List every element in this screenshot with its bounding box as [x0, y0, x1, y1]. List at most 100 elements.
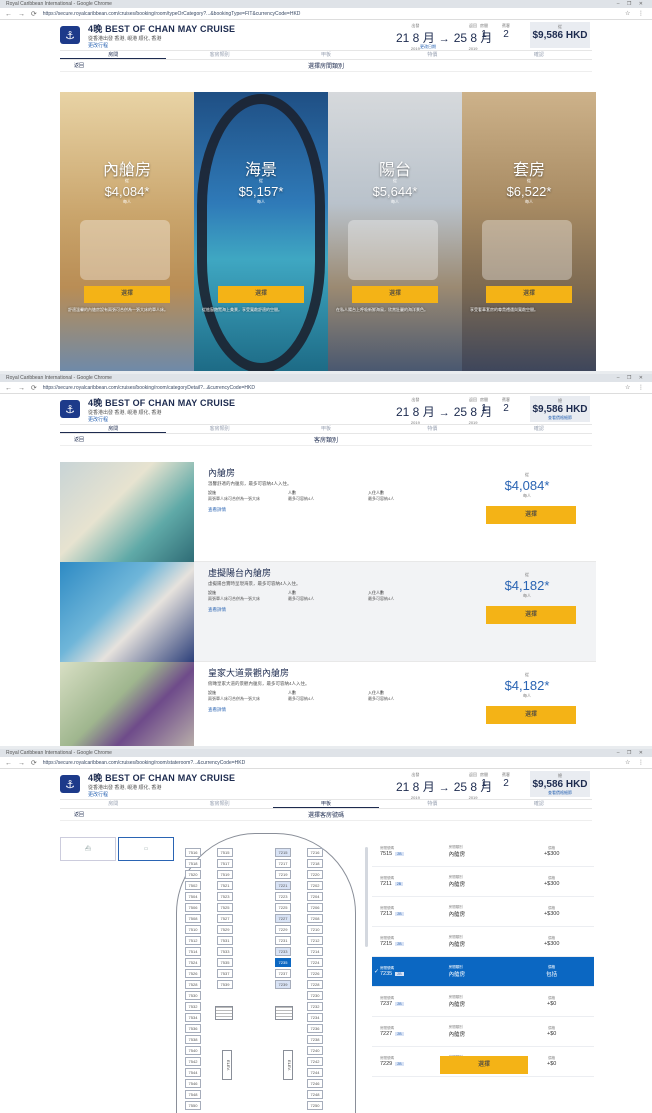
category-balcony[interactable]: 陽台 從 $5,644* 每人 選擇 在私人陽台上呼吸新鮮海風，欣賞壯麗的海洋景…: [328, 92, 462, 371]
step-deck[interactable]: 甲板: [273, 51, 379, 59]
cabin-7246[interactable]: 7246: [307, 1079, 323, 1088]
cabin-7224[interactable]: 7224: [307, 958, 323, 967]
step-offers[interactable]: 特價: [379, 51, 485, 59]
nav-back-forward-reload-icon[interactable]: ← → ⟳: [5, 384, 39, 392]
cabin-7225[interactable]: 7225: [275, 903, 291, 912]
cabin-7235[interactable]: 7235: [275, 958, 291, 967]
select-button[interactable]: 選擇: [218, 286, 304, 303]
cabin-7536[interactable]: 7536: [185, 1024, 201, 1033]
cabin-7223[interactable]: 7223: [275, 892, 291, 901]
cabin-7239[interactable]: 7239: [275, 980, 291, 989]
cabin-7226[interactable]: 7226: [307, 969, 323, 978]
cabin-7230[interactable]: 7230: [307, 991, 323, 1000]
total-price-box[interactable]: 總 $9,586 HKD 查看價格細節: [530, 396, 590, 422]
cabin-7208[interactable]: 7208: [307, 914, 323, 923]
cabin-7240[interactable]: 7240: [307, 1046, 323, 1055]
cabin-7531[interactable]: 7531: [217, 936, 233, 945]
cabin-7539[interactable]: 7539: [217, 980, 233, 989]
price-details-link[interactable]: 查看價格細節: [530, 790, 590, 796]
select-button[interactable]: 選擇: [84, 286, 170, 303]
cabin-7510[interactable]: 7510: [185, 925, 201, 934]
deck-scrollbar[interactable]: [365, 847, 368, 947]
browser-actions-icon[interactable]: ☆ ⋮: [625, 384, 647, 391]
cabin-7234[interactable]: 7234: [307, 1013, 323, 1022]
step-room[interactable]: 房間: [60, 425, 167, 433]
cabin-7214[interactable]: 7214: [307, 947, 323, 956]
cabin-7542[interactable]: 7542: [185, 1057, 201, 1066]
cabin-7532[interactable]: 7532: [185, 1002, 201, 1011]
step-category[interactable]: 客房類別: [166, 425, 272, 433]
cabin-list-row[interactable]: 房間號碼 7515 2B 房間類別 內艙房 價格 +$300: [372, 837, 594, 867]
room-photo[interactable]: [60, 662, 194, 746]
cabin-7227[interactable]: 7227: [275, 914, 291, 923]
select-button[interactable]: 選擇: [486, 606, 576, 624]
step-deck[interactable]: 甲板: [273, 425, 379, 433]
cabin-7526[interactable]: 7526: [185, 969, 201, 978]
cabin-list-row[interactable]: 房間號碼 7211 2B 房間類別 內艙房 價格 +$300: [372, 867, 594, 897]
cabin-7525[interactable]: 7525: [217, 903, 233, 912]
cabin-7519[interactable]: 7519: [217, 870, 233, 879]
cabin-7537[interactable]: 7537: [217, 969, 233, 978]
cabin-7220[interactable]: 7220: [307, 870, 323, 879]
cabin-7221[interactable]: 7221: [275, 881, 291, 890]
cabin-7546[interactable]: 7546: [185, 1079, 201, 1088]
cabin-7528[interactable]: 7528: [185, 980, 201, 989]
select-button[interactable]: 選擇: [352, 286, 438, 303]
browser-actions-icon[interactable]: ☆ ⋮: [625, 759, 647, 766]
cabin-7529[interactable]: 7529: [217, 925, 233, 934]
step-room[interactable]: 房間: [60, 800, 166, 808]
nav-back-forward-reload-icon[interactable]: ← → ⟳: [5, 10, 39, 18]
cabin-7237[interactable]: 7237: [275, 969, 291, 978]
price-details-link[interactable]: 查看價格細節: [530, 415, 590, 421]
cabin-7516[interactable]: 7516: [185, 848, 201, 857]
cabin-7515[interactable]: 7515: [217, 848, 233, 857]
cabin-7534[interactable]: 7534: [185, 1013, 201, 1022]
cabin-7520[interactable]: 7520: [185, 870, 201, 879]
step-confirm[interactable]: 確認: [486, 800, 592, 808]
select-cabin-button[interactable]: 選擇: [440, 1056, 528, 1074]
cabin-7202[interactable]: 7202: [307, 881, 323, 890]
cabin-list-row[interactable]: 房間號碼 7237 2B 房間類別 內艙房 價格 +$0: [372, 987, 594, 1017]
change-dates-link[interactable]: 更改日期: [420, 44, 436, 50]
cabin-7533[interactable]: 7533: [217, 947, 233, 956]
cabin-7210[interactable]: 7210: [307, 925, 323, 934]
cabin-7204[interactable]: 7204: [307, 892, 323, 901]
window-controls[interactable]: ‒ ❐ ✕: [617, 750, 646, 756]
cabin-7548[interactable]: 7548: [185, 1090, 201, 1099]
cabin-7238[interactable]: 7238: [307, 1035, 323, 1044]
cabin-7212[interactable]: 7212: [307, 936, 323, 945]
cabin-7527[interactable]: 7527: [217, 914, 233, 923]
cabin-7517[interactable]: 7517: [217, 859, 233, 868]
url-field[interactable]: https://secure.royalcaribbean.com/cruise…: [43, 760, 621, 766]
crown-anchor-logo-icon[interactable]: ⚓: [60, 26, 80, 44]
select-button[interactable]: 選擇: [486, 506, 576, 524]
room-photo[interactable]: [60, 562, 194, 662]
cabin-7228[interactable]: 7228: [307, 980, 323, 989]
browser-actions-icon[interactable]: ☆ ⋮: [625, 10, 647, 17]
cabin-7544[interactable]: 7544: [185, 1068, 201, 1077]
cabin-7502[interactable]: 7502: [185, 881, 201, 890]
window-controls[interactable]: ‒ ❐ ✕: [617, 1, 646, 7]
cabin-7250[interactable]: 7250: [307, 1101, 323, 1110]
cabin-7535[interactable]: 7535: [217, 958, 233, 967]
step-category[interactable]: 客房類別: [166, 51, 272, 59]
cabin-7524[interactable]: 7524: [185, 958, 201, 967]
cabin-7514[interactable]: 7514: [185, 947, 201, 956]
cabin-7518[interactable]: 7518: [185, 859, 201, 868]
cabin-7219[interactable]: 7219: [275, 870, 291, 879]
cabin-7244[interactable]: 7244: [307, 1068, 323, 1077]
cabin-7218[interactable]: 7218: [307, 859, 323, 868]
cabin-7231[interactable]: 7231: [275, 936, 291, 945]
cabin-7242[interactable]: 7242: [307, 1057, 323, 1066]
cabin-7550[interactable]: 7550: [185, 1101, 201, 1110]
cabin-7504[interactable]: 7504: [185, 892, 201, 901]
total-price-box[interactable]: 從 $9,586 HKD: [530, 22, 590, 48]
ship-profile-thumb[interactable]: ⛴: [60, 837, 116, 861]
nav-back-forward-reload-icon[interactable]: ← → ⟳: [5, 759, 39, 767]
change-trip-link[interactable]: 更改行程: [88, 791, 235, 798]
cabin-7508[interactable]: 7508: [185, 914, 201, 923]
cabin-list-row[interactable]: 房間號碼 7215 2B 房間類別 內艙房 價格 +$300: [372, 927, 594, 957]
cabin-7216[interactable]: 7216: [307, 848, 323, 857]
select-button[interactable]: 選擇: [486, 706, 576, 724]
step-deck[interactable]: 甲板: [272, 800, 380, 808]
